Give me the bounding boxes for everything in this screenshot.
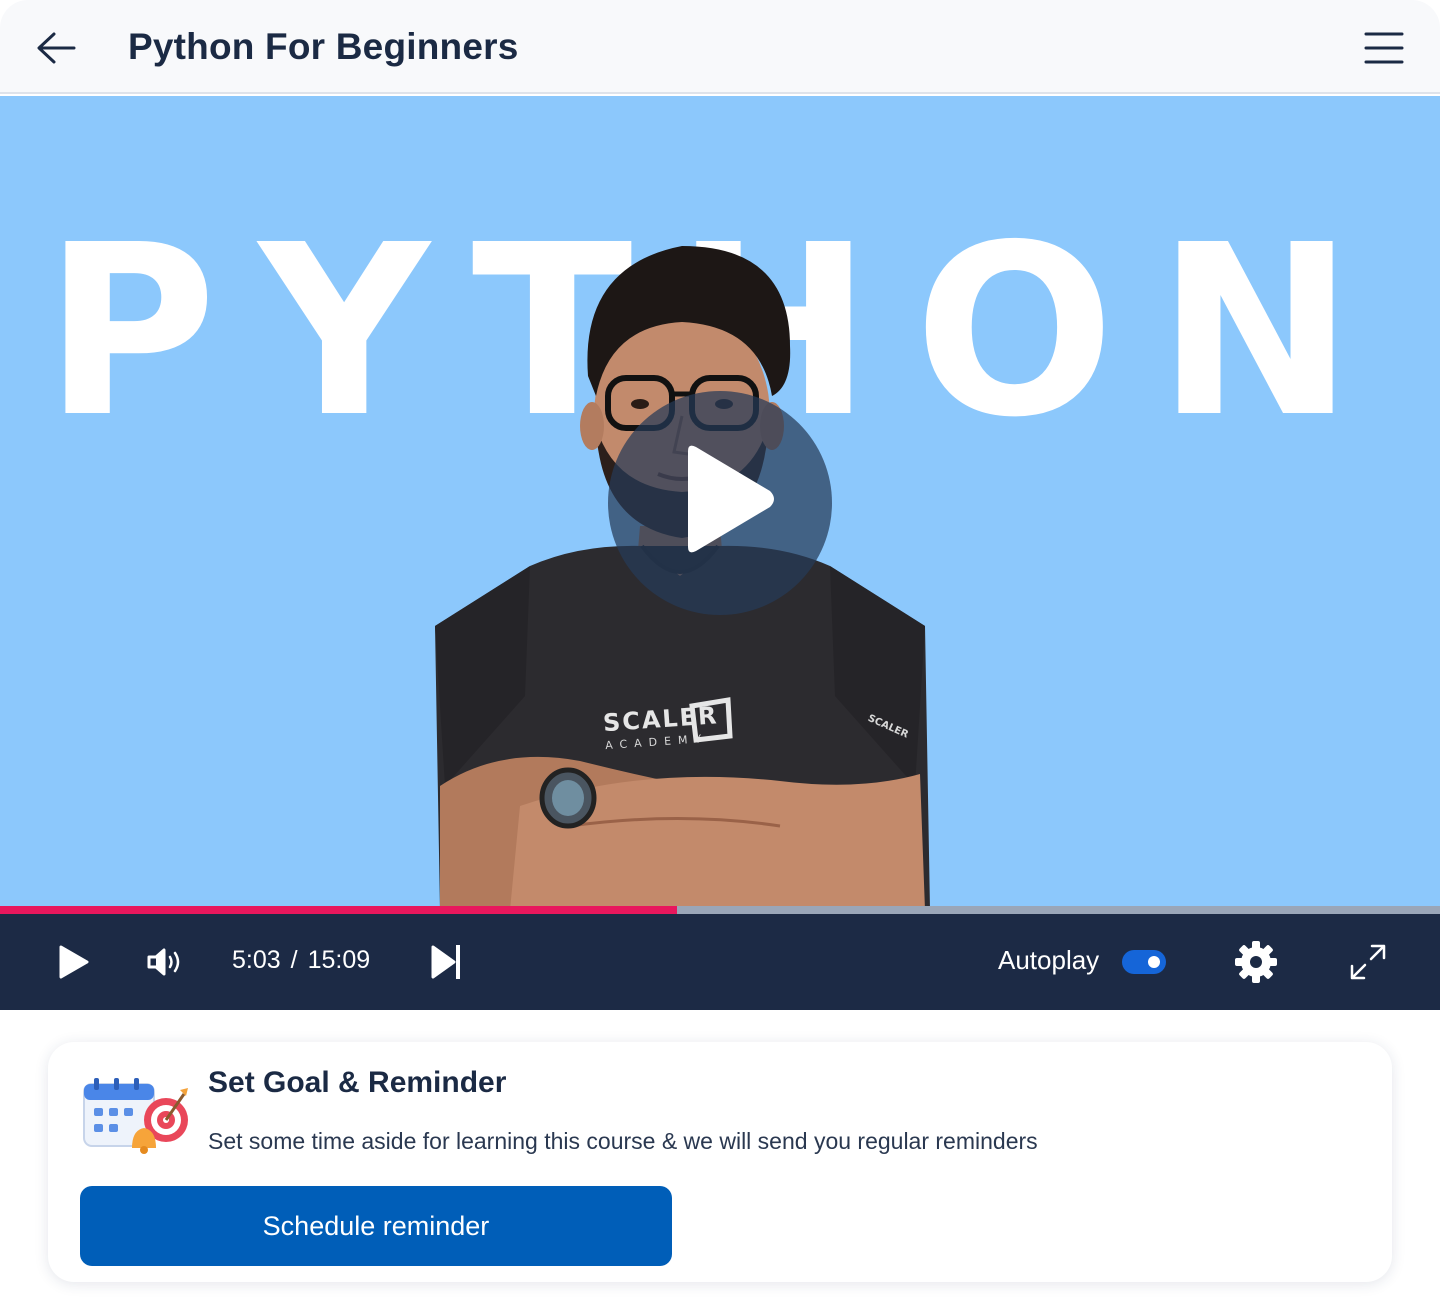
settings-button[interactable] — [1234, 940, 1278, 989]
skip-next-icon — [431, 945, 460, 979]
autoplay-label: Autoplay — [998, 945, 1100, 975]
back-button[interactable] — [34, 28, 78, 68]
center-play-button[interactable] — [608, 391, 832, 615]
card-description: Set some time aside for learning this co… — [208, 1128, 1038, 1154]
play-button[interactable] — [58, 944, 90, 985]
top-header: Python For Beginners — [0, 0, 1440, 94]
fullscreen-button[interactable] — [1350, 944, 1386, 985]
progress-fill — [0, 906, 677, 914]
volume-button[interactable] — [146, 946, 184, 983]
arrow-left-icon — [37, 32, 76, 64]
hamburger-menu-icon — [1364, 32, 1404, 64]
player-controls-bar: 5:03 / 15:09 Autoplay — [0, 914, 1440, 1010]
current-time: 5:03 — [232, 946, 281, 974]
card-title: Set Goal & Reminder — [208, 1066, 507, 1099]
app-frame: Python For Beginners PYTHON — [0, 0, 1440, 1312]
calendar-target-bell-icon — [83, 1078, 188, 1154]
toggle-knob — [1148, 956, 1160, 968]
expand-icon — [1350, 944, 1386, 980]
goal-reminder-card: Set Goal & Reminder Set some time aside … — [48, 1042, 1392, 1282]
time-separator: / — [290, 946, 298, 974]
video-progress-bar[interactable] — [0, 906, 1440, 914]
page-title: Python For Beginners — [128, 26, 519, 67]
video-player[interactable]: PYTHON — [0, 96, 1440, 910]
autoplay-toggle[interactable] — [1122, 950, 1166, 974]
play-icon — [688, 445, 774, 553]
duration-time: 15:09 — [307, 946, 371, 974]
playback-time: 5:03 / 15:09 — [232, 946, 370, 975]
play-icon — [59, 945, 89, 979]
volume-icon — [147, 948, 180, 976]
schedule-reminder-button[interactable]: Schedule reminder — [80, 1186, 672, 1266]
menu-button[interactable] — [1364, 30, 1404, 66]
next-video-button[interactable] — [430, 944, 462, 985]
gear-icon — [1235, 941, 1277, 983]
